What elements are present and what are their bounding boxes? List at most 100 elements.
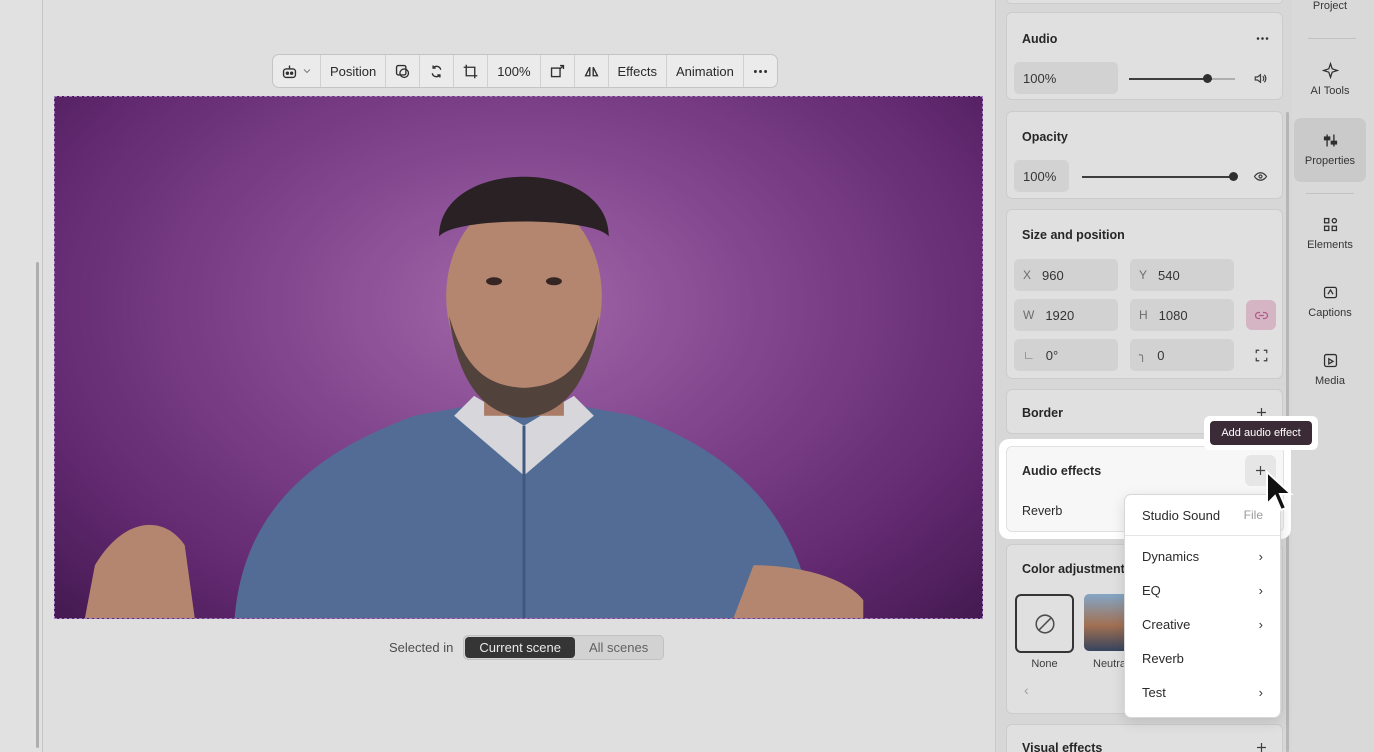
menu-item-creative[interactable]: Creative › [1125, 607, 1280, 641]
visual-effects-title: Visual effects [1022, 741, 1103, 752]
rail-elements[interactable]: Elements [1294, 216, 1366, 251]
current-scene-option[interactable]: Current scene [465, 637, 575, 658]
opacity-slider[interactable] [1082, 172, 1238, 181]
menu-item-dynamics[interactable]: Dynamics › [1125, 539, 1280, 573]
rail-ai-tools-label: AI Tools [1310, 85, 1350, 97]
chevron-right-icon: › [1258, 684, 1263, 700]
link-icon [1254, 311, 1268, 319]
corner-radius-icon: ╮ [1139, 348, 1147, 362]
rotation-field[interactable]: ∟ 0° [1014, 339, 1118, 371]
preset-none-label: None [1031, 658, 1058, 670]
transform-button[interactable] [541, 55, 575, 87]
audio-effect-menu: Studio Sound File Dynamics › EQ › Creati… [1124, 494, 1281, 718]
more-button[interactable] [744, 55, 777, 87]
w-value: 1920 [1045, 307, 1075, 323]
volume-field[interactable]: 100% [1014, 62, 1118, 94]
x-field[interactable]: X 960 [1014, 259, 1118, 291]
scope-toggle: Current scene All scenes [463, 635, 665, 660]
replace-button[interactable] [420, 55, 455, 87]
plus-icon [1256, 742, 1266, 752]
menu-item-label: Test [1142, 684, 1166, 700]
size-position-title: Size and position [1022, 228, 1125, 242]
shape-button[interactable] [386, 55, 421, 87]
opacity-knob[interactable] [1229, 172, 1238, 181]
rail-project[interactable]: Project [1294, 0, 1366, 12]
crop-button[interactable] [454, 55, 489, 87]
add-audio-effect-tooltip: Add audio effect [1210, 421, 1312, 445]
rail-captions[interactable]: Captions [1294, 284, 1366, 319]
fullscreen-icon [1255, 349, 1267, 361]
fit-button[interactable] [1246, 340, 1276, 370]
opacity-field[interactable]: 100% [1014, 160, 1069, 192]
width-field[interactable]: W 1920 [1014, 299, 1118, 331]
flip-button[interactable] [575, 55, 609, 87]
menu-item-reverb[interactable]: Reverb [1125, 641, 1280, 675]
rail-project-label: Project [1312, 0, 1348, 12]
rail-ai-tools[interactable]: AI Tools [1294, 62, 1366, 97]
media-icon [1323, 353, 1337, 368]
corner-radius-field[interactable]: ╮ 0 [1130, 339, 1234, 371]
none-icon [1034, 613, 1055, 634]
visual-effects-card: Visual effects [1006, 724, 1283, 752]
speaker-button[interactable] [1245, 63, 1275, 93]
video-preview[interactable] [54, 96, 983, 619]
volume-knob[interactable] [1203, 74, 1212, 83]
opacity-card: Opacity 100% [1006, 111, 1283, 199]
audio-effect-item[interactable]: Reverb [1022, 504, 1062, 518]
menu-item-eq[interactable]: EQ › [1125, 573, 1280, 607]
menu-item-label: Dynamics [1142, 548, 1200, 564]
all-scenes-option[interactable]: All scenes [575, 637, 662, 658]
ai-avatar-dropdown[interactable] [273, 55, 321, 87]
captions-icon [1323, 286, 1337, 299]
audio-effects-title: Audio effects [1022, 464, 1102, 478]
chevron-right-icon: › [1258, 582, 1263, 598]
y-field[interactable]: Y 540 [1130, 259, 1234, 291]
canvas-area: Position 100% Effects Animation Selected… [0, 0, 996, 752]
corner-radius-value: 0 [1157, 347, 1165, 363]
animation-button[interactable]: Animation [667, 55, 744, 87]
volume-slider[interactable] [1129, 74, 1235, 83]
audio-more-button[interactable] [1247, 23, 1277, 53]
speaker-icon [1254, 73, 1266, 83]
opacity-fill [1082, 176, 1236, 178]
size-position-card: Size and position X 960 Y 540 W 1920 H 1… [1006, 209, 1283, 379]
aspect-lock-button[interactable] [1246, 300, 1276, 330]
menu-item-label: Reverb [1142, 650, 1184, 666]
rotation-icon: ∟ [1023, 348, 1035, 362]
menu-item-label: Creative [1142, 616, 1191, 632]
preset-none[interactable] [1015, 594, 1074, 653]
eye-icon [1253, 171, 1267, 181]
selection-scope: Selected in Current scene All scenes [389, 635, 665, 660]
y-label: Y [1139, 268, 1148, 282]
robot-icon [282, 65, 297, 78]
rotation-value: 0° [1045, 347, 1059, 363]
menu-item-test[interactable]: Test › [1125, 675, 1280, 709]
sliders-icon [1323, 134, 1337, 147]
zoom-value[interactable]: 100% [488, 55, 541, 87]
position-button[interactable]: Position [321, 55, 387, 87]
height-field[interactable]: H 1080 [1130, 299, 1234, 331]
add-visual-effect-button[interactable] [1246, 732, 1276, 752]
rail-properties[interactable]: Properties [1294, 118, 1366, 182]
left-rail [0, 0, 43, 752]
effects-button[interactable]: Effects [609, 55, 668, 87]
studio-sound-label: Studio Sound [1142, 507, 1221, 523]
card-top-stub [1006, 0, 1283, 4]
more-icon [753, 69, 767, 73]
tooltip-wrapper: Add audio effect [1204, 416, 1318, 450]
menu-item-studio-sound[interactable]: Studio Sound File [1125, 495, 1280, 536]
h-label: H [1139, 308, 1148, 322]
scrollbar[interactable] [36, 262, 39, 748]
rail-media[interactable]: Media [1294, 352, 1366, 387]
chevron-down-icon [303, 69, 311, 74]
color-adjustments-title: Color adjustments [1022, 562, 1132, 576]
opacity-title: Opacity [1022, 130, 1068, 144]
preset-neutral-label: Neutra [1093, 658, 1127, 670]
chevron-right-icon: › [1258, 616, 1263, 632]
floating-toolbar: Position 100% Effects Animation [272, 54, 778, 88]
chevron-left-icon[interactable]: ‹ [1024, 682, 1029, 698]
sparkle-icon [1321, 62, 1339, 79]
preset-neutral[interactable] [1084, 594, 1129, 651]
h-value: 1080 [1158, 307, 1188, 323]
visibility-button[interactable] [1245, 161, 1275, 191]
